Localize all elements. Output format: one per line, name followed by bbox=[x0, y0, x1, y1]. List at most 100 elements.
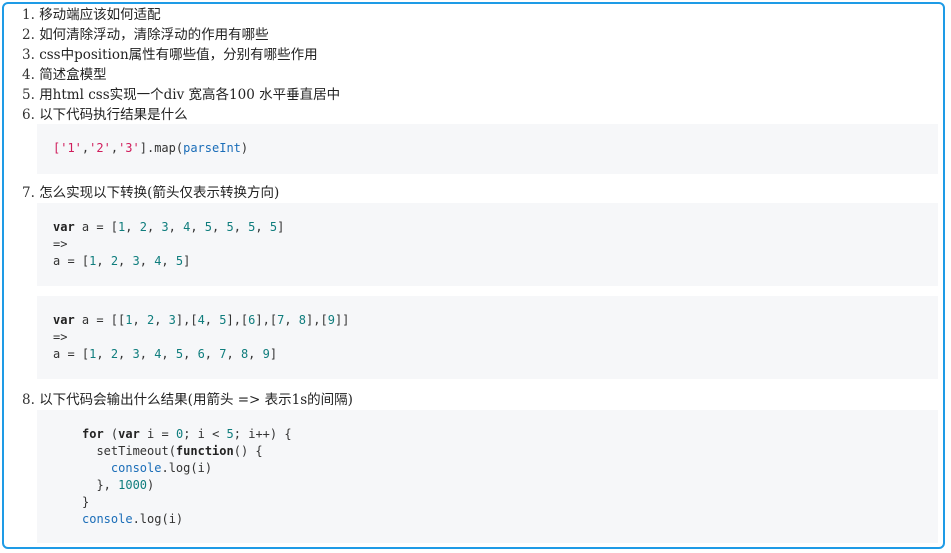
code-token: ],[ bbox=[255, 313, 278, 327]
code-token: console bbox=[82, 512, 133, 526]
code-token: 1000 bbox=[118, 478, 148, 492]
question-5: 5. 用html css实现一个div 宽高各100 水平垂直居中 bbox=[22, 86, 340, 104]
code-token: 5 bbox=[269, 220, 278, 234]
code-token: 3 bbox=[132, 347, 140, 361]
code-token: 4 bbox=[197, 313, 205, 327]
code-token: ] bbox=[277, 220, 285, 234]
code-token: => bbox=[53, 237, 68, 251]
code-token: 3 bbox=[161, 220, 169, 234]
code-token: , bbox=[139, 254, 155, 268]
code-token: () { bbox=[233, 444, 263, 458]
code-token: => bbox=[53, 330, 68, 344]
code-token: , bbox=[168, 220, 184, 234]
code-token: for bbox=[82, 427, 104, 441]
code-token: '3' bbox=[118, 141, 140, 155]
code-token: 5 bbox=[204, 220, 213, 234]
code-token: , bbox=[284, 313, 299, 327]
code-block-q6: ['1','2','3'].map(parseInt) bbox=[37, 124, 938, 174]
question-number: 7. bbox=[22, 185, 35, 201]
code-token: , bbox=[212, 220, 227, 234]
code-token: ],[ bbox=[175, 313, 198, 327]
code-token: , bbox=[161, 347, 176, 361]
code-token: , bbox=[233, 220, 249, 234]
code-line: => bbox=[53, 329, 938, 346]
question-text: 简述盒模型 bbox=[39, 67, 107, 83]
question-4: 4. 简述盒模型 bbox=[22, 66, 107, 84]
question-text: 用html css实现一个div 宽高各100 水平垂直居中 bbox=[39, 87, 341, 103]
code-token: '2' bbox=[89, 141, 111, 155]
question-8: 8. 以下代码会输出什么结果(用箭头 => 表示1s的间隔) bbox=[22, 391, 353, 409]
code-token: , bbox=[161, 254, 176, 268]
code-token: , bbox=[132, 313, 147, 327]
question-7: 7. 怎么实现以下转换(箭头仅表示转换方向) bbox=[22, 184, 279, 202]
code-token: ; i < bbox=[183, 427, 227, 441]
code-token: ( bbox=[103, 427, 119, 441]
code-token: ] bbox=[269, 347, 278, 361]
code-line: for (var i = 0; i < 5; i++) { bbox=[82, 426, 938, 443]
question-number: 6. bbox=[22, 107, 35, 123]
code-line: => bbox=[53, 236, 938, 253]
question-3: 3. css中position属性有哪些值，分别有哪些作用 bbox=[22, 46, 318, 64]
question-text: 移动端应该如何适配 bbox=[39, 7, 161, 23]
code-token: ; i++) { bbox=[233, 427, 292, 441]
code-token: ) bbox=[240, 141, 249, 155]
code-token: 1 bbox=[125, 313, 133, 327]
code-token: , bbox=[96, 347, 111, 361]
question-6: 6. 以下代码执行结果是什么 bbox=[22, 106, 188, 124]
code-token: var bbox=[118, 427, 140, 441]
code-token: .log(i) bbox=[161, 461, 213, 475]
question-number: 1. bbox=[22, 7, 35, 23]
code-token: ]] bbox=[334, 313, 350, 327]
code-token: .log(i) bbox=[132, 512, 184, 526]
code-line: a = [1, 2, 3, 4, 5] bbox=[53, 253, 938, 270]
code-token: a = [[ bbox=[74, 313, 126, 327]
question-text: 以下代码执行结果是什么 bbox=[39, 107, 188, 123]
code-block-q7a: var a = [1, 2, 3, 4, 5, 5, 5, 5] => a = [1… bbox=[37, 203, 938, 286]
code-token: , bbox=[190, 220, 205, 234]
code-token: a = [ bbox=[53, 347, 90, 361]
code-line: a = [1, 2, 3, 4, 5, 6, 7, 8, 9] bbox=[53, 346, 938, 363]
question-number: 3. bbox=[22, 47, 35, 63]
code-block-q8: for (var i = 0; i < 5; i++) { setTimeout… bbox=[37, 410, 938, 543]
code-token: 3 bbox=[168, 313, 176, 327]
code-token: , bbox=[154, 313, 169, 327]
code-token: 2 bbox=[110, 254, 119, 268]
code-token: , bbox=[255, 220, 270, 234]
question-1: 1. 移动端应该如何适配 bbox=[22, 6, 161, 24]
code-token: , bbox=[96, 254, 111, 268]
code-token: ) bbox=[147, 478, 155, 492]
code-line: var a = [1, 2, 3, 4, 5, 5, 5, 5] bbox=[53, 219, 938, 236]
code-block-q7b: var a = [[1, 2, 3],[4, 5],[6],[7, 8],[9]… bbox=[37, 296, 938, 379]
code-token: 2 bbox=[110, 347, 119, 361]
code-token: a = [ bbox=[53, 254, 90, 268]
question-number: 2. bbox=[22, 27, 35, 43]
question-2: 2. 如何清除浮动，清除浮动的作用有哪些 bbox=[22, 26, 269, 44]
code-token: function bbox=[175, 444, 234, 458]
code-token: 8 bbox=[298, 313, 307, 327]
code-token: } bbox=[82, 495, 90, 509]
question-number: 8. bbox=[22, 392, 35, 408]
code-token: , bbox=[110, 141, 119, 155]
question-number: 4. bbox=[22, 67, 35, 83]
code-token: , bbox=[248, 347, 263, 361]
code-token: var bbox=[53, 220, 75, 234]
code-token: , bbox=[118, 347, 133, 361]
code-token: ] bbox=[183, 254, 191, 268]
code-token: setTimeout( bbox=[82, 444, 176, 458]
code-token: 2 bbox=[139, 220, 147, 234]
code-line: } bbox=[82, 494, 938, 511]
code-token: 5 bbox=[226, 427, 234, 441]
code-token: , bbox=[146, 220, 162, 234]
code-token: 3 bbox=[132, 254, 140, 268]
code-line: var a = [[1, 2, 3],[4, 5],[6],[7, 8],[9]… bbox=[53, 312, 938, 329]
code-token: }, bbox=[82, 478, 119, 492]
code-token: , bbox=[118, 254, 133, 268]
code-token: 9 bbox=[327, 313, 335, 327]
code-line: setTimeout(function() { bbox=[82, 443, 938, 460]
code-token: 5 bbox=[226, 220, 234, 234]
code-token: ],[ bbox=[306, 313, 328, 327]
code-token: ['1' bbox=[53, 141, 82, 155]
code-token: , bbox=[204, 313, 220, 327]
code-token: parseInt bbox=[183, 141, 241, 155]
question-text: 怎么实现以下转换(箭头仅表示转换方向) bbox=[39, 185, 280, 201]
